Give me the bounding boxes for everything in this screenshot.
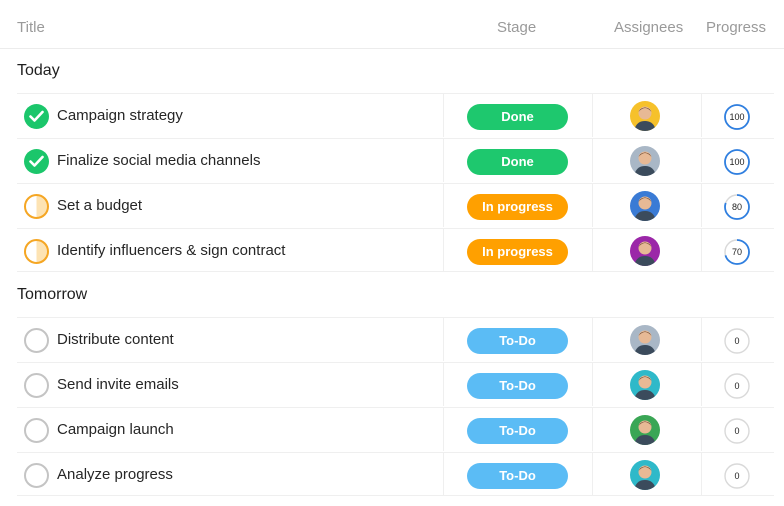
column-divider (701, 139, 702, 182)
progress-ring: 0 (723, 372, 751, 400)
progress-value: 0 (734, 381, 739, 391)
half-circle-icon[interactable] (24, 194, 49, 219)
stage-badge[interactable]: Done (467, 149, 568, 175)
avatar[interactable] (630, 460, 660, 490)
progress-ring: 100 (723, 148, 751, 176)
column-divider (443, 139, 444, 182)
column-divider (443, 229, 444, 271)
table-row[interactable]: Campaign strategy Done 100 (17, 93, 774, 137)
stage-badge[interactable]: To-Do (467, 328, 568, 354)
table-row[interactable]: Identify influencers & sign contract In p… (17, 228, 774, 272)
avatar[interactable] (630, 236, 660, 266)
column-divider (443, 184, 444, 227)
task-title[interactable]: Send invite emails (57, 376, 179, 393)
empty-circle-icon[interactable] (24, 328, 49, 353)
progress-value: 80 (732, 202, 742, 212)
column-divider (443, 408, 444, 451)
stage-badge[interactable]: In progress (467, 194, 568, 220)
progress-ring: 100 (723, 103, 751, 131)
column-header-stage[interactable]: Stage (497, 19, 536, 36)
stage-badge[interactable]: To-Do (467, 463, 568, 489)
avatar[interactable] (630, 101, 660, 131)
avatar[interactable] (630, 415, 660, 445)
table-header: Title Stage Assignees Progress (0, 0, 784, 49)
task-title[interactable]: Campaign launch (57, 421, 174, 438)
column-divider (592, 139, 593, 182)
progress-ring: 80 (723, 193, 751, 221)
column-divider (701, 94, 702, 137)
progress-value: 0 (734, 336, 739, 346)
progress-value: 0 (734, 471, 739, 481)
check-icon[interactable] (24, 104, 49, 129)
column-divider (701, 363, 702, 406)
empty-circle-icon[interactable] (24, 373, 49, 398)
half-circle-icon[interactable] (24, 239, 49, 264)
stage-badge[interactable]: To-Do (467, 373, 568, 399)
column-header-assignees[interactable]: Assignees (614, 19, 683, 36)
column-divider (701, 229, 702, 271)
column-divider (443, 318, 444, 361)
check-icon[interactable] (24, 149, 49, 174)
progress-value: 70 (732, 247, 742, 257)
column-divider (592, 318, 593, 361)
column-divider (701, 453, 702, 495)
progress-value: 100 (729, 157, 744, 167)
column-divider (443, 453, 444, 495)
task-title[interactable]: Distribute content (57, 331, 174, 348)
column-divider (443, 363, 444, 406)
column-divider (592, 408, 593, 451)
column-divider (443, 94, 444, 137)
table-row[interactable]: Campaign launch To-Do 0 (17, 407, 774, 451)
table-row[interactable]: Analyze progress To-Do 0 (17, 452, 774, 496)
table-row[interactable]: Send invite emails To-Do 0 (17, 362, 774, 406)
column-divider (592, 94, 593, 137)
avatar[interactable] (630, 146, 660, 176)
avatar[interactable] (630, 370, 660, 400)
column-header-title[interactable]: Title (17, 19, 45, 36)
avatar[interactable] (630, 191, 660, 221)
progress-ring: 0 (723, 327, 751, 355)
column-divider (592, 229, 593, 271)
task-title[interactable]: Set a budget (57, 197, 142, 214)
column-divider (701, 408, 702, 451)
progress-ring: 0 (723, 462, 751, 490)
column-divider (701, 318, 702, 361)
empty-circle-icon[interactable] (24, 463, 49, 488)
empty-circle-icon[interactable] (24, 418, 49, 443)
progress-ring: 0 (723, 417, 751, 445)
column-divider (592, 184, 593, 227)
task-title[interactable]: Finalize social media channels (57, 152, 260, 169)
task-title[interactable]: Analyze progress (57, 466, 173, 483)
column-divider (592, 363, 593, 406)
column-header-progress[interactable]: Progress (706, 19, 766, 36)
avatar[interactable] (630, 325, 660, 355)
task-title[interactable]: Identify influencers & sign contract (57, 242, 285, 259)
progress-ring: 70 (723, 238, 751, 266)
table-row[interactable]: Finalize social media channels Done 100 (17, 138, 774, 182)
progress-value: 100 (729, 112, 744, 122)
progress-value: 0 (734, 426, 739, 436)
column-divider (592, 453, 593, 495)
column-divider (701, 184, 702, 227)
group-heading: Today (17, 62, 60, 79)
stage-badge[interactable]: To-Do (467, 418, 568, 444)
task-title[interactable]: Campaign strategy (57, 107, 183, 124)
stage-badge[interactable]: Done (467, 104, 568, 130)
group-heading: Tomorrow (17, 286, 88, 303)
table-row[interactable]: Set a budget In progress 80 (17, 183, 774, 227)
table-row[interactable]: Distribute content To-Do 0 (17, 317, 774, 361)
stage-badge[interactable]: In progress (467, 239, 568, 265)
